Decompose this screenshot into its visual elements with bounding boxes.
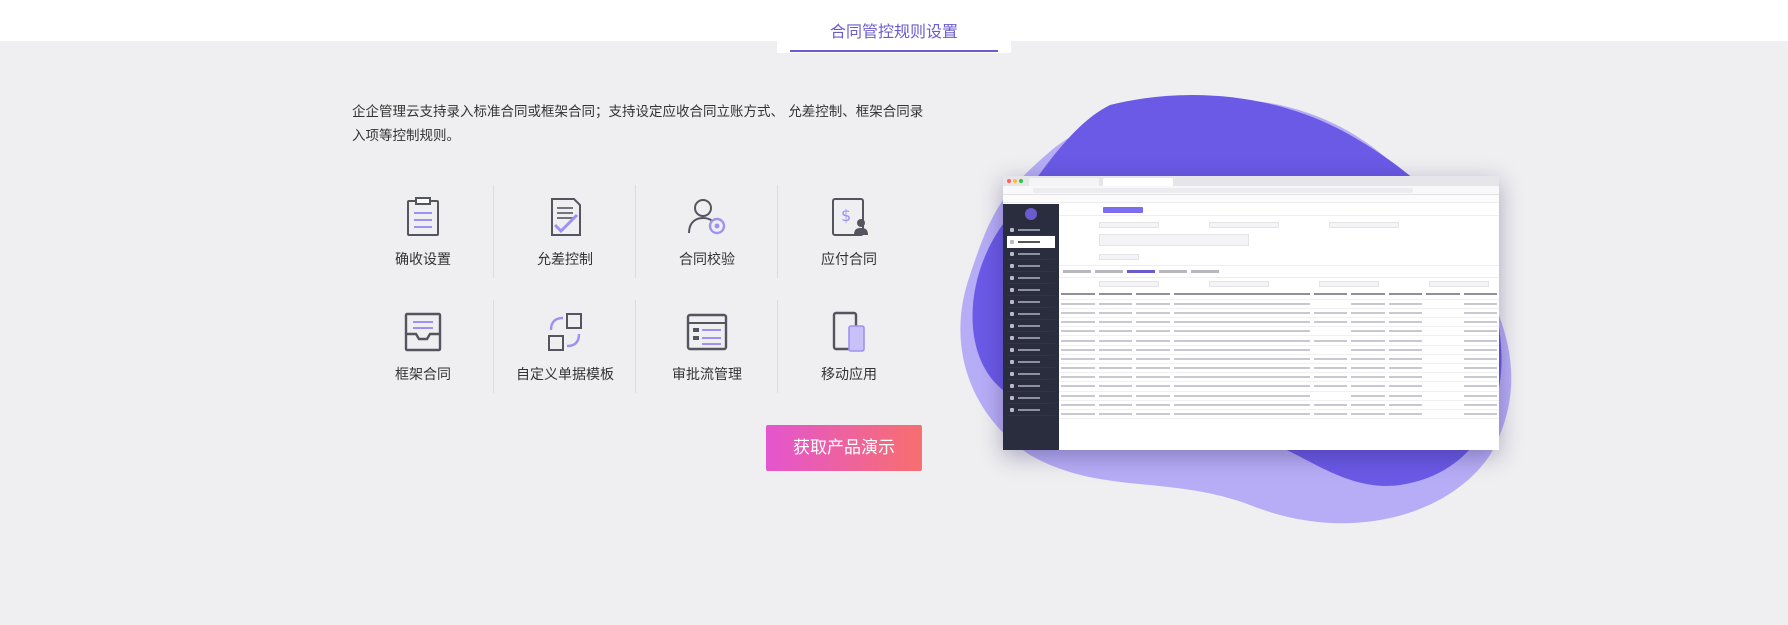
feature-item[interactable]: 框架合同 bbox=[352, 300, 494, 396]
address-bar bbox=[1003, 186, 1499, 195]
feature-label: 确收设置 bbox=[395, 252, 451, 268]
feature-label: 移动应用 bbox=[821, 367, 877, 383]
app-sidebar bbox=[1003, 204, 1059, 450]
app-tabs bbox=[1059, 266, 1499, 278]
feature-item[interactable]: 允差控制 bbox=[494, 185, 636, 281]
sidebar-item bbox=[1007, 248, 1055, 260]
feature-item[interactable]: 自定义单据模板 bbox=[494, 300, 636, 396]
browser-tab bbox=[1029, 178, 1099, 186]
browser-list-icon bbox=[686, 313, 728, 351]
sidebar-item bbox=[1007, 344, 1055, 356]
svg-text:$: $ bbox=[841, 206, 851, 225]
get-demo-button[interactable]: 获取产品演示 bbox=[766, 425, 922, 471]
feature-grid: 确收设置 允差控制 合同校验 $ 应付合同 框架合同 自定义单据模板 审批流管理… bbox=[352, 185, 922, 395]
invoice-person-icon: $ bbox=[832, 198, 868, 236]
sidebar-item bbox=[1007, 404, 1055, 416]
app-filter bbox=[1059, 278, 1499, 290]
sidebar-item bbox=[1007, 272, 1055, 284]
feature-label: 应付合同 bbox=[821, 252, 877, 268]
clipboard-list-icon bbox=[407, 197, 439, 236]
document-check-icon bbox=[551, 198, 581, 236]
sidebar-item bbox=[1007, 356, 1055, 368]
minimize-icon bbox=[1013, 179, 1017, 183]
feature-label: 合同校验 bbox=[679, 252, 735, 268]
sidebar-item bbox=[1007, 392, 1055, 404]
user-gear-icon bbox=[688, 199, 726, 235]
feature-item[interactable]: 合同校验 bbox=[636, 185, 778, 281]
section-description: 企企管理云支持录入标准合同或框架合同；支持设定应收合同立账方式、 允差控制、框架… bbox=[352, 104, 924, 144]
maximize-icon bbox=[1019, 179, 1023, 183]
sidebar-item bbox=[1007, 260, 1055, 272]
feature-item[interactable]: 移动应用 bbox=[778, 300, 920, 396]
sidebar-item bbox=[1007, 380, 1055, 392]
custom-blocks-icon bbox=[548, 313, 582, 351]
sidebar-item bbox=[1007, 308, 1055, 320]
sidebar-item bbox=[1007, 296, 1055, 308]
feature-label: 允差控制 bbox=[537, 252, 593, 268]
app-screenshot bbox=[1003, 176, 1499, 450]
app-breadcrumb bbox=[1059, 204, 1499, 216]
feature-item[interactable]: $ 应付合同 bbox=[778, 185, 920, 281]
bookmarks-bar bbox=[1003, 195, 1499, 203]
section-tab[interactable]: 合同管控规则设置 bbox=[777, 14, 1011, 53]
sidebar-item bbox=[1007, 332, 1055, 344]
section-tab-title: 合同管控规则设置 bbox=[829, 22, 958, 41]
app-logo-icon bbox=[1025, 208, 1037, 220]
sidebar-item bbox=[1007, 224, 1055, 236]
sidebar-item bbox=[1007, 236, 1055, 248]
close-icon bbox=[1007, 179, 1011, 183]
app-table bbox=[1059, 290, 1499, 420]
section-tab-underline bbox=[790, 50, 998, 52]
feature-label: 审批流管理 bbox=[672, 367, 742, 383]
inbox-tray-icon bbox=[404, 312, 442, 352]
sidebar-item bbox=[1007, 368, 1055, 380]
mobile-devices-icon bbox=[832, 311, 865, 352]
feature-item[interactable]: 审批流管理 bbox=[636, 300, 778, 396]
feature-item[interactable]: 确收设置 bbox=[352, 185, 494, 281]
sidebar-item bbox=[1007, 320, 1055, 332]
sidebar-item bbox=[1007, 284, 1055, 296]
app-main bbox=[1059, 204, 1499, 450]
browser-titlebar bbox=[1003, 176, 1499, 186]
app-form bbox=[1059, 216, 1499, 266]
feature-label: 框架合同 bbox=[395, 367, 451, 383]
browser-tab bbox=[1103, 178, 1173, 186]
feature-label: 自定义单据模板 bbox=[516, 367, 614, 383]
